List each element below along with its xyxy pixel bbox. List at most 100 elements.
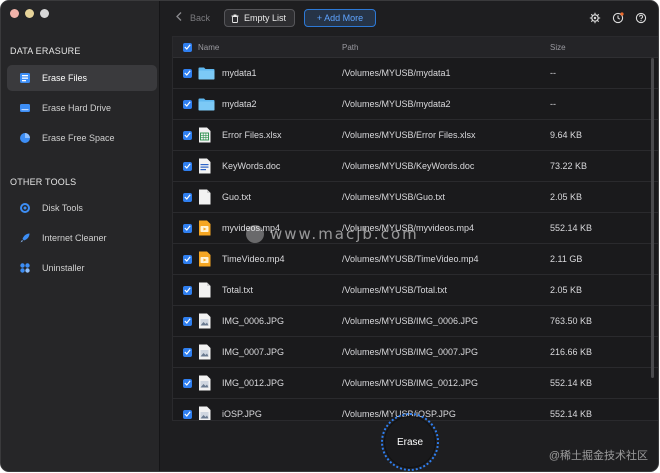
- toolbar: Back Empty List + Add More: [160, 1, 658, 35]
- file-size: 763.50 KB: [550, 316, 593, 326]
- file-name: iOSP.JPG: [222, 409, 262, 419]
- trash-icon: [231, 14, 239, 23]
- sidebar-item-internet-cleaner[interactable]: Internet Cleaner: [7, 225, 157, 251]
- image-file-icon: [198, 406, 220, 420]
- sidebar-item-label: Uninstaller: [42, 263, 85, 273]
- image-file-icon: [198, 344, 220, 360]
- table-row[interactable]: IMG_0012.JPG/Volumes/MYUSB/IMG_0012.JPG 5…: [173, 368, 658, 399]
- row-checkbox[interactable]: [173, 347, 198, 357]
- sidebar-item-label: Internet Cleaner: [42, 233, 107, 243]
- file-name: IMG_0007.JPG: [222, 347, 285, 357]
- excel-file-icon: [198, 127, 220, 143]
- file-path: /Volumes/MYUSB/TimeVideo.mp4: [342, 254, 479, 264]
- file-size: --: [550, 99, 556, 109]
- sidebar-item-erase-free-space[interactable]: Erase Free Space: [7, 125, 157, 151]
- image-file-icon: [198, 313, 220, 329]
- back-button[interactable]: Back: [176, 12, 210, 23]
- folder-icon: [198, 98, 220, 111]
- file-path: /Volumes/MYUSB/iOSP.JPG: [342, 409, 456, 419]
- row-checkbox[interactable]: [173, 192, 198, 202]
- hard-drive-icon: [19, 102, 31, 114]
- section-title-other-tools: OTHER TOOLS: [10, 177, 77, 187]
- file-size: --: [550, 68, 556, 78]
- toolbar-icons: [588, 11, 648, 25]
- file-size: 9.64 KB: [550, 130, 583, 140]
- select-all-checkbox[interactable]: [173, 42, 198, 52]
- file-name: Total.txt: [222, 285, 254, 295]
- file-path: /Volumes/MYUSB/IMG_0006.JPG: [342, 316, 479, 326]
- file-size: 2.05 KB: [550, 192, 583, 202]
- text-file-icon: [198, 189, 220, 205]
- file-name: IMG_0012.JPG: [222, 378, 285, 388]
- empty-list-button[interactable]: Empty List: [224, 9, 295, 27]
- file-name: IMG_0006.JPG: [222, 316, 285, 326]
- sidebar-item-disk-tools[interactable]: Disk Tools: [7, 195, 157, 221]
- row-checkbox[interactable]: [173, 99, 198, 109]
- disk-tools-icon: [19, 202, 31, 214]
- row-checkbox[interactable]: [173, 68, 198, 78]
- image-file-icon: [198, 375, 220, 391]
- pie-chart-icon: [19, 132, 31, 144]
- row-checkbox[interactable]: [173, 254, 198, 264]
- row-checkbox[interactable]: [173, 161, 198, 171]
- word-file-icon: [198, 158, 220, 174]
- column-header-size[interactable]: Size: [550, 43, 640, 52]
- table-row[interactable]: Error Files.xlsx/Volumes/MYUSB/Error Fil…: [173, 120, 658, 151]
- erase-button[interactable]: Erase: [385, 417, 435, 467]
- sidebar-item-label: Erase Hard Drive: [42, 103, 112, 113]
- table-scrollbar[interactable]: [651, 58, 654, 378]
- table-row[interactable]: mydata1/Volumes/MYUSB/mydata1 --: [173, 58, 658, 89]
- help-icon[interactable]: [634, 11, 648, 25]
- section-title-data-erasure: DATA ERASURE: [10, 46, 81, 56]
- sidebar-item-label: Erase Files: [42, 73, 88, 83]
- row-checkbox[interactable]: [173, 409, 198, 419]
- close-window-button[interactable]: [10, 9, 19, 18]
- table-row[interactable]: TimeVideo.mp4/Volumes/MYUSB/TimeVideo.mp…: [173, 244, 658, 275]
- file-name: KeyWords.doc: [222, 161, 281, 171]
- file-name: mydata1: [222, 68, 257, 78]
- sidebar-item-erase-files[interactable]: Erase Files: [7, 65, 157, 91]
- chevron-left-icon: [176, 12, 182, 23]
- apps-grid-icon: [19, 262, 31, 274]
- file-size: 2.05 KB: [550, 285, 583, 295]
- app-window: DATA ERASURE Erase Files Erase Hard Driv…: [0, 0, 659, 472]
- row-checkbox[interactable]: [173, 285, 198, 295]
- sidebar-item-erase-hard-drive[interactable]: Erase Hard Drive: [7, 95, 157, 121]
- rocket-icon: [19, 232, 31, 244]
- column-header-name[interactable]: Name: [198, 43, 342, 52]
- file-path: /Volumes/MYUSB/Guo.txt: [342, 192, 446, 202]
- erase-files-icon: [19, 72, 31, 84]
- minimize-window-button[interactable]: [25, 9, 34, 18]
- row-checkbox[interactable]: [173, 223, 198, 233]
- sidebar-item-uninstaller[interactable]: Uninstaller: [7, 255, 157, 281]
- file-size: 73.22 KB: [550, 161, 588, 171]
- watermark-text: www.macjb.com: [270, 225, 419, 243]
- table-row[interactable]: KeyWords.doc/Volumes/MYUSB/KeyWords.doc 7…: [173, 151, 658, 182]
- row-checkbox[interactable]: [173, 316, 198, 326]
- file-size: 552.14 KB: [550, 223, 593, 233]
- erase-button-ring: Erase: [381, 413, 439, 471]
- table-row[interactable]: mydata2/Volumes/MYUSB/mydata2 --: [173, 89, 658, 120]
- watermark-logo-icon: [246, 225, 264, 243]
- row-checkbox[interactable]: [173, 378, 198, 388]
- file-size: 552.14 KB: [550, 378, 593, 388]
- video-file-icon: [198, 251, 220, 267]
- file-size: 552.14 KB: [550, 409, 593, 419]
- add-more-button[interactable]: + Add More: [304, 9, 376, 27]
- table-row[interactable]: Total.txt/Volumes/MYUSB/Total.txt 2.05 KB: [173, 275, 658, 306]
- table-row[interactable]: Guo.txt/Volumes/MYUSB/Guo.txt 2.05 KB: [173, 182, 658, 213]
- file-name: mydata2: [222, 99, 257, 109]
- history-icon[interactable]: [611, 11, 625, 25]
- sidebar-item-label: Erase Free Space: [42, 133, 115, 143]
- sidebar: DATA ERASURE Erase Files Erase Hard Driv…: [1, 1, 160, 471]
- maximize-window-button[interactable]: [40, 9, 49, 18]
- table-row[interactable]: IMG_0006.JPG/Volumes/MYUSB/IMG_0006.JPG 7…: [173, 306, 658, 337]
- file-path: /Volumes/MYUSB/IMG_0007.JPG: [342, 347, 479, 357]
- back-label: Back: [190, 12, 211, 23]
- file-name: Guo.txt: [222, 192, 252, 202]
- column-header-path[interactable]: Path: [342, 43, 550, 52]
- file-size: 2.11 GB: [550, 254, 583, 264]
- row-checkbox[interactable]: [173, 130, 198, 140]
- table-row[interactable]: IMG_0007.JPG/Volumes/MYUSB/IMG_0007.JPG 2…: [173, 337, 658, 368]
- gear-icon[interactable]: [588, 11, 602, 25]
